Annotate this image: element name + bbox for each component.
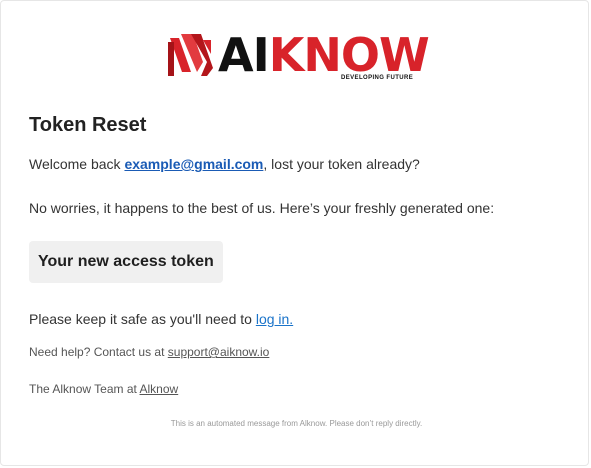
logo-tagline: DEVELOPING FUTURE [341,75,414,81]
logo-ai-text: AI [218,28,270,82]
email-title: Token Reset [29,114,147,136]
help-paragraph: Need help? Contact us at support@aiknow.… [29,344,269,360]
worries-paragraph: No worries, it happens to the best of us… [29,200,495,216]
keep-safe-paragraph: Please keep it safe as you'll need to lo… [29,310,293,328]
team-prefix: The Alknow Team at [29,382,140,396]
login-link[interactable]: log in. [256,311,293,327]
help-prefix: Need help? Contact us at [29,345,168,359]
email-card: AIKNOW DEVELOPING FUTURE Token Reset Wel… [0,0,589,466]
logo-know-text: KNOW [268,28,430,82]
support-email-link[interactable]: support@aiknow.io [168,345,270,359]
keep-safe-prefix: Please keep it safe as you'll need to [29,311,256,327]
welcome-prefix: Welcome back [29,156,125,172]
brand-mark-icon [168,34,213,76]
aiknow-logo: AIKNOW DEVELOPING FUTURE [167,32,430,84]
team-link[interactable]: Alknow [140,382,179,396]
access-token-box[interactable]: Your new access token [29,241,223,283]
logo-wordmark: AIKNOW [218,32,430,78]
user-email-link[interactable]: example@gmail.com [124,156,263,172]
automated-footer-note: This is an automated message from Alknow… [170,419,423,428]
welcome-paragraph: Welcome back example@gmail.com, lost you… [29,155,420,173]
welcome-suffix: , lost your token already? [263,156,420,172]
team-signature: The Alknow Team at Alknow [29,381,178,397]
